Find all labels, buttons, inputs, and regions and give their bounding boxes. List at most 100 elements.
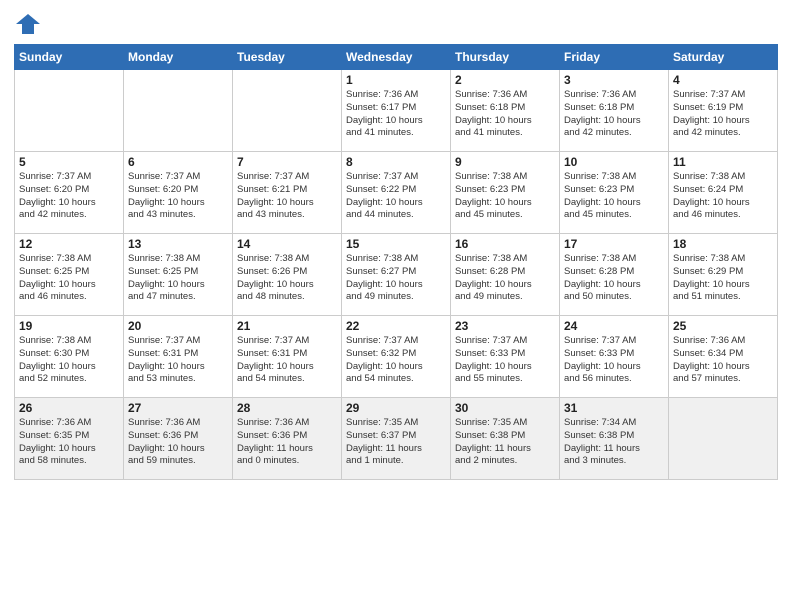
calendar-cell: 21 Sunrise: 7:37 AM Sunset: 6:31 PM Dayli… — [233, 316, 342, 398]
weekday-header: Sunday — [15, 45, 124, 70]
calendar-cell — [15, 70, 124, 152]
day-number: 7 — [237, 155, 337, 169]
day-info: Sunrise: 7:38 AM Sunset: 6:28 PM Dayligh… — [564, 253, 664, 304]
day-info: Sunrise: 7:38 AM Sunset: 6:27 PM Dayligh… — [346, 253, 446, 304]
calendar-cell — [124, 70, 233, 152]
day-info: Sunrise: 7:37 AM Sunset: 6:31 PM Dayligh… — [128, 335, 228, 386]
day-number: 16 — [455, 237, 555, 251]
calendar-cell: 23 Sunrise: 7:37 AM Sunset: 6:33 PM Dayli… — [451, 316, 560, 398]
day-number: 8 — [346, 155, 446, 169]
header — [14, 10, 778, 38]
day-info: Sunrise: 7:37 AM Sunset: 6:19 PM Dayligh… — [673, 89, 773, 140]
calendar-cell: 25 Sunrise: 7:36 AM Sunset: 6:34 PM Dayli… — [669, 316, 778, 398]
calendar-cell: 20Sunrise: 7:37 AM Sunset: 6:31 PM Dayli… — [124, 316, 233, 398]
day-number: 3 — [564, 73, 664, 87]
calendar-week-row: 5 Sunrise: 7:37 AM Sunset: 6:20 PM Daylig… — [15, 152, 778, 234]
day-info: Sunrise: 7:38 AM Sunset: 6:26 PM Dayligh… — [237, 253, 337, 304]
calendar-cell: 5 Sunrise: 7:37 AM Sunset: 6:20 PM Daylig… — [15, 152, 124, 234]
calendar-cell: 22 Sunrise: 7:37 AM Sunset: 6:32 PM Dayli… — [342, 316, 451, 398]
day-info: Sunrise: 7:38 AM Sunset: 6:30 PM Dayligh… — [19, 335, 119, 386]
logo-icon — [14, 10, 42, 38]
day-number: 2 — [455, 73, 555, 87]
calendar-cell: 31 Sunrise: 7:34 AM Sunset: 6:38 PM Dayli… — [560, 398, 669, 480]
page: SundayMondayTuesdayWednesdayThursdayFrid… — [0, 0, 792, 612]
day-number: 19 — [19, 319, 119, 333]
day-number: 25 — [673, 319, 773, 333]
calendar-cell: 9 Sunrise: 7:38 AM Sunset: 6:23 PM Daylig… — [451, 152, 560, 234]
day-number: 22 — [346, 319, 446, 333]
day-number: 21 — [237, 319, 337, 333]
day-info: Sunrise: 7:34 AM Sunset: 6:38 PM Dayligh… — [564, 417, 664, 468]
day-number: 26 — [19, 401, 119, 415]
day-info: Sunrise: 7:38 AM Sunset: 6:29 PM Dayligh… — [673, 253, 773, 304]
day-info: Sunrise: 7:37 AM Sunset: 6:33 PM Dayligh… — [564, 335, 664, 386]
day-number: 18 — [673, 237, 773, 251]
calendar-week-row: 19 Sunrise: 7:38 AM Sunset: 6:30 PM Dayli… — [15, 316, 778, 398]
calendar-cell: 12 Sunrise: 7:38 AM Sunset: 6:25 PM Dayli… — [15, 234, 124, 316]
calendar-cell: 24 Sunrise: 7:37 AM Sunset: 6:33 PM Dayli… — [560, 316, 669, 398]
day-info: Sunrise: 7:38 AM Sunset: 6:24 PM Dayligh… — [673, 171, 773, 222]
weekday-header: Wednesday — [342, 45, 451, 70]
day-number: 12 — [19, 237, 119, 251]
calendar-cell: 7 Sunrise: 7:37 AM Sunset: 6:21 PM Daylig… — [233, 152, 342, 234]
day-number: 17 — [564, 237, 664, 251]
day-info: Sunrise: 7:38 AM Sunset: 6:23 PM Dayligh… — [455, 171, 555, 222]
weekday-header: Saturday — [669, 45, 778, 70]
weekday-header: Thursday — [451, 45, 560, 70]
calendar-cell: 17 Sunrise: 7:38 AM Sunset: 6:28 PM Dayli… — [560, 234, 669, 316]
day-info: Sunrise: 7:37 AM Sunset: 6:20 PM Dayligh… — [19, 171, 119, 222]
calendar-week-row: 1Sunrise: 7:36 AM Sunset: 6:17 PM Daylig… — [15, 70, 778, 152]
day-info: Sunrise: 7:37 AM Sunset: 6:21 PM Dayligh… — [237, 171, 337, 222]
day-info: Sunrise: 7:36 AM Sunset: 6:18 PM Dayligh… — [455, 89, 555, 140]
day-info: Sunrise: 7:35 AM Sunset: 6:37 PM Dayligh… — [346, 417, 446, 468]
calendar-cell: 4 Sunrise: 7:37 AM Sunset: 6:19 PM Daylig… — [669, 70, 778, 152]
logo — [14, 10, 46, 38]
day-number: 6 — [128, 155, 228, 169]
day-info: Sunrise: 7:36 AM Sunset: 6:36 PM Dayligh… — [237, 417, 337, 468]
calendar-cell: 14 Sunrise: 7:38 AM Sunset: 6:26 PM Dayli… — [233, 234, 342, 316]
day-info: Sunrise: 7:37 AM Sunset: 6:22 PM Dayligh… — [346, 171, 446, 222]
calendar-week-row: 26 Sunrise: 7:36 AM Sunset: 6:35 PM Dayli… — [15, 398, 778, 480]
day-info: Sunrise: 7:37 AM Sunset: 6:31 PM Dayligh… — [237, 335, 337, 386]
day-number: 1 — [346, 73, 446, 87]
calendar-cell: 11Sunrise: 7:38 AM Sunset: 6:24 PM Dayli… — [669, 152, 778, 234]
calendar-cell: 26 Sunrise: 7:36 AM Sunset: 6:35 PM Dayli… — [15, 398, 124, 480]
day-number: 4 — [673, 73, 773, 87]
day-info: Sunrise: 7:38 AM Sunset: 6:25 PM Dayligh… — [19, 253, 119, 304]
day-number: 13 — [128, 237, 228, 251]
day-info: Sunrise: 7:36 AM Sunset: 6:36 PM Dayligh… — [128, 417, 228, 468]
day-number: 14 — [237, 237, 337, 251]
day-number: 28 — [237, 401, 337, 415]
day-number: 29 — [346, 401, 446, 415]
calendar-cell: 16 Sunrise: 7:38 AM Sunset: 6:28 PM Dayli… — [451, 234, 560, 316]
calendar-cell: 19 Sunrise: 7:38 AM Sunset: 6:30 PM Dayli… — [15, 316, 124, 398]
calendar-cell: 13 Sunrise: 7:38 AM Sunset: 6:25 PM Dayli… — [124, 234, 233, 316]
calendar-cell — [669, 398, 778, 480]
day-info: Sunrise: 7:37 AM Sunset: 6:33 PM Dayligh… — [455, 335, 555, 386]
calendar-cell: 3Sunrise: 7:36 AM Sunset: 6:18 PM Daylig… — [560, 70, 669, 152]
calendar-cell: 18 Sunrise: 7:38 AM Sunset: 6:29 PM Dayli… — [669, 234, 778, 316]
day-info: Sunrise: 7:35 AM Sunset: 6:38 PM Dayligh… — [455, 417, 555, 468]
day-number: 24 — [564, 319, 664, 333]
day-info: Sunrise: 7:37 AM Sunset: 6:20 PM Dayligh… — [128, 171, 228, 222]
day-info: Sunrise: 7:38 AM Sunset: 6:23 PM Dayligh… — [564, 171, 664, 222]
day-info: Sunrise: 7:38 AM Sunset: 6:28 PM Dayligh… — [455, 253, 555, 304]
calendar-table: SundayMondayTuesdayWednesdayThursdayFrid… — [14, 44, 778, 480]
day-number: 9 — [455, 155, 555, 169]
day-number: 10 — [564, 155, 664, 169]
day-info: Sunrise: 7:36 AM Sunset: 6:34 PM Dayligh… — [673, 335, 773, 386]
calendar-cell: 8 Sunrise: 7:37 AM Sunset: 6:22 PM Daylig… — [342, 152, 451, 234]
day-info: Sunrise: 7:36 AM Sunset: 6:35 PM Dayligh… — [19, 417, 119, 468]
day-number: 23 — [455, 319, 555, 333]
day-number: 31 — [564, 401, 664, 415]
day-number: 30 — [455, 401, 555, 415]
day-number: 15 — [346, 237, 446, 251]
day-info: Sunrise: 7:38 AM Sunset: 6:25 PM Dayligh… — [128, 253, 228, 304]
day-number: 5 — [19, 155, 119, 169]
calendar-cell: 10 Sunrise: 7:38 AM Sunset: 6:23 PM Dayli… — [560, 152, 669, 234]
calendar-cell: 28 Sunrise: 7:36 AM Sunset: 6:36 PM Dayli… — [233, 398, 342, 480]
weekday-header: Friday — [560, 45, 669, 70]
calendar-cell: 15 Sunrise: 7:38 AM Sunset: 6:27 PM Dayli… — [342, 234, 451, 316]
calendar-header-row: SundayMondayTuesdayWednesdayThursdayFrid… — [15, 45, 778, 70]
day-info: Sunrise: 7:37 AM Sunset: 6:32 PM Dayligh… — [346, 335, 446, 386]
